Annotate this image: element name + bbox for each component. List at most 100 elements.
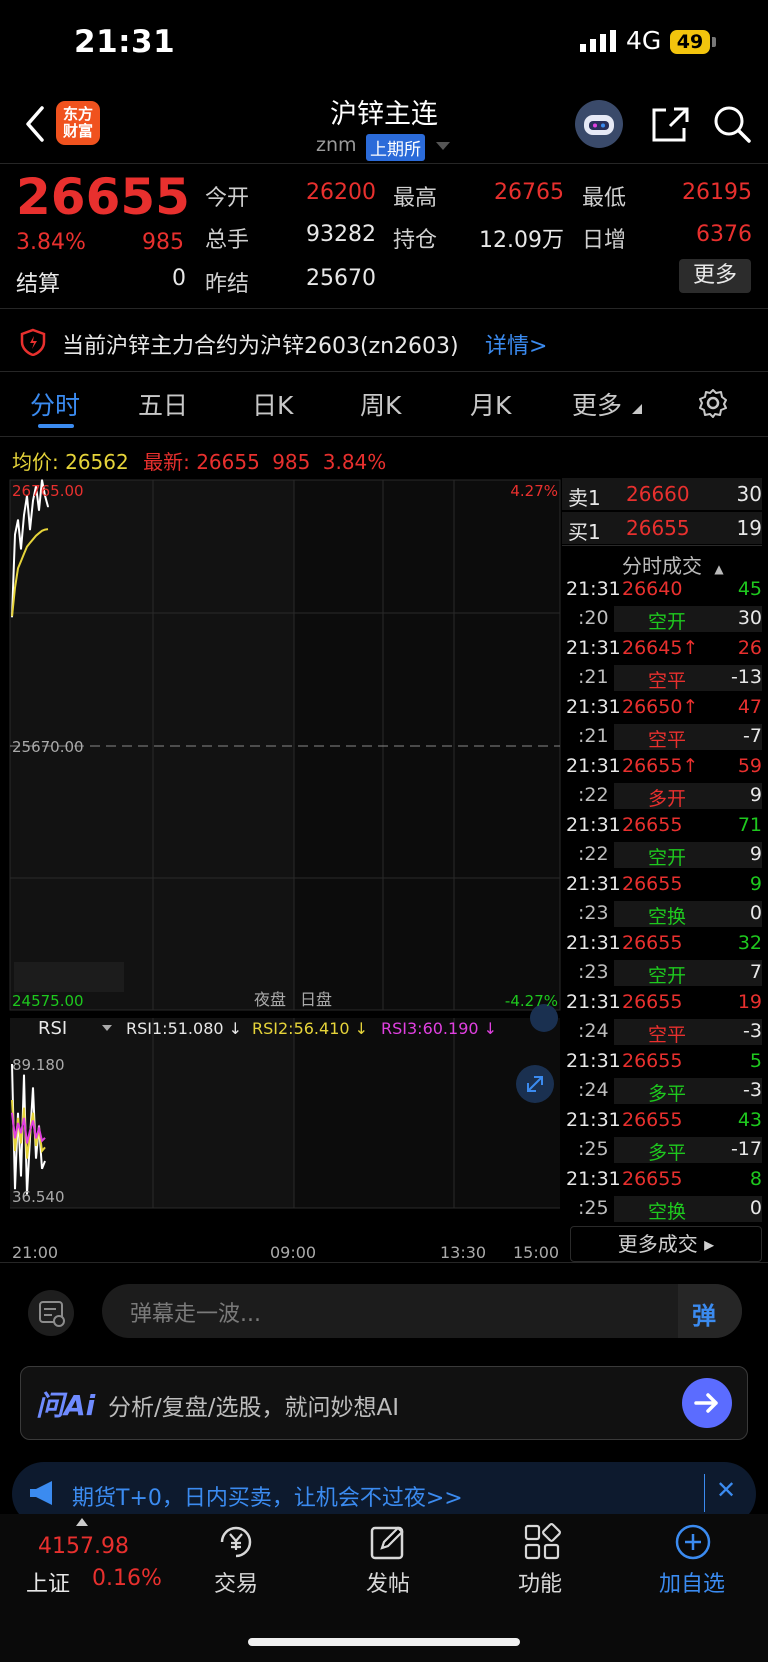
night-session-label: 夜盘	[254, 990, 286, 1009]
search-icon[interactable]	[712, 104, 752, 144]
rsi-selector[interactable]: RSI	[38, 1018, 67, 1039]
more-trades-button[interactable]: 更多成交 ▸	[570, 1226, 762, 1262]
y-axis-top-label: 26765.00	[12, 482, 84, 500]
more-quote-button[interactable]: 更多	[679, 259, 751, 293]
gear-icon[interactable]	[698, 388, 728, 418]
latest-percent: 3.84%	[322, 450, 387, 474]
tab-more[interactable]: 更多	[572, 386, 622, 422]
tick-volume: 8	[749, 1168, 762, 1190]
index-name[interactable]: 上证	[26, 1566, 70, 1598]
back-arrow-icon[interactable]	[22, 104, 46, 144]
price-point	[14, 533, 16, 536]
tick-second: :23	[578, 961, 609, 983]
x-tick-0900: 09:00	[270, 1243, 316, 1262]
price-point	[29, 528, 31, 531]
comment-list-icon[interactable]	[28, 1290, 74, 1336]
avg-value: 26562	[65, 450, 129, 474]
intraday-info-line: 均价: 26562 最新: 26655 985 3.84%	[12, 446, 386, 475]
tick-time: 21:31	[566, 755, 621, 777]
caret-down-icon[interactable]	[436, 142, 450, 150]
danmu-button[interactable]: 弹	[678, 1284, 742, 1338]
expand-icon[interactable]	[516, 1065, 554, 1103]
tick-time: 21:31	[566, 1050, 621, 1072]
divider	[0, 371, 768, 372]
tick-time: 21:31	[566, 991, 621, 1013]
nav-functions[interactable]: 功能	[490, 1566, 590, 1598]
tick-second: :20	[578, 607, 609, 629]
home-indicator	[248, 1638, 520, 1646]
tick-type: 空开	[648, 965, 687, 987]
page-title: 沪锌主连	[330, 99, 438, 130]
tab-five-day[interactable]: 五日	[138, 386, 188, 422]
notice-text: 当前沪锌主力合约为沪锌2603(zn2603)	[62, 334, 459, 359]
close-icon[interactable]: ✕	[716, 1476, 736, 1504]
tick-second: :22	[578, 843, 609, 865]
nav-trade[interactable]: 交易	[186, 1566, 286, 1598]
tick-price: 26655	[622, 991, 683, 1013]
tab-daily-k[interactable]: 日K	[252, 386, 293, 422]
tick-volume: 45	[737, 578, 762, 600]
app-logo: 东方 财富	[56, 101, 100, 145]
trade-yen-icon[interactable]	[216, 1522, 256, 1562]
avg-label: 均价:	[12, 450, 59, 474]
oi-change-value: 6376	[696, 222, 752, 247]
tick-price: 26640	[622, 578, 683, 600]
tick-price: 26655	[622, 814, 683, 836]
y-axis-mid-label: 25670.00	[12, 738, 84, 756]
logo-line2: 财富	[62, 122, 93, 140]
tick-type: 空换	[648, 1201, 687, 1223]
tab-monthly-k[interactable]: 月K	[470, 386, 511, 422]
index-percent[interactable]: 0.16%	[92, 1566, 162, 1591]
arrow-right-icon[interactable]	[682, 1378, 732, 1428]
edit-post-icon[interactable]	[368, 1522, 408, 1562]
caret-up-icon	[76, 1518, 88, 1526]
ticks-header-label: 分时成交	[622, 554, 702, 578]
tick-second: :21	[578, 725, 609, 747]
price-point	[11, 615, 13, 618]
change-value: 985	[142, 230, 184, 255]
latest-label: 最新:	[143, 450, 190, 474]
tick-price: 26655	[622, 1168, 683, 1190]
index-value[interactable]: 4157.98	[38, 1534, 129, 1559]
tick-type: 空平	[648, 729, 687, 751]
tick-price: 26645↑	[622, 637, 699, 659]
add-watchlist-icon[interactable]	[673, 1522, 713, 1562]
tick-second: :23	[578, 902, 609, 924]
tick-second: :25	[578, 1138, 609, 1160]
price-point	[32, 499, 34, 502]
oi-change-label: 日增	[582, 228, 627, 253]
grid-functions-icon[interactable]	[522, 1522, 562, 1562]
tick-position-change: -13	[730, 666, 762, 688]
tick-time: 21:31	[566, 696, 621, 718]
change-percent: 3.84%	[16, 230, 86, 255]
tab-intraday[interactable]: 分时	[30, 386, 80, 422]
robot-avatar-icon[interactable]	[575, 100, 623, 148]
network-label: 4G	[626, 26, 662, 55]
buy-label: 买1	[568, 520, 601, 544]
promo-text[interactable]: 期货T+0，日内买卖，让机会不过夜>>	[72, 1480, 463, 1512]
caret-up-icon: ▲	[714, 562, 724, 576]
price-point	[41, 479, 43, 481]
tab-weekly-k[interactable]: 周K	[360, 386, 401, 422]
tick-position-change: 9	[749, 843, 762, 865]
pct-bottom-label: -4.27%	[505, 992, 558, 1010]
ticks-header[interactable]: 分时成交 ▲	[622, 550, 724, 579]
nav-post[interactable]: 发帖	[338, 1566, 438, 1598]
tick-time: 21:31	[566, 932, 621, 954]
pct-top-label: 4.27%	[510, 482, 558, 500]
tick-position-change: 7	[749, 961, 762, 983]
tick-volume: 26	[737, 637, 762, 659]
nav-add-watchlist[interactable]: 加自选	[642, 1566, 742, 1598]
rsi-top-label: 89.180	[12, 1056, 65, 1074]
volume-label: 总手	[205, 228, 250, 253]
prev-settle-label: 昨结	[205, 272, 250, 297]
tick-volume: 32	[737, 932, 762, 954]
notice-detail-link[interactable]: 详情>	[485, 328, 547, 360]
share-icon[interactable]	[650, 104, 690, 144]
tick-second: :25	[578, 1197, 609, 1219]
tick-volume: 19	[737, 991, 762, 1013]
tick-volume: 71	[737, 814, 762, 836]
tick-volume: 47	[737, 696, 762, 718]
signal-icon	[580, 30, 616, 52]
tick-second: :24	[578, 1020, 609, 1042]
